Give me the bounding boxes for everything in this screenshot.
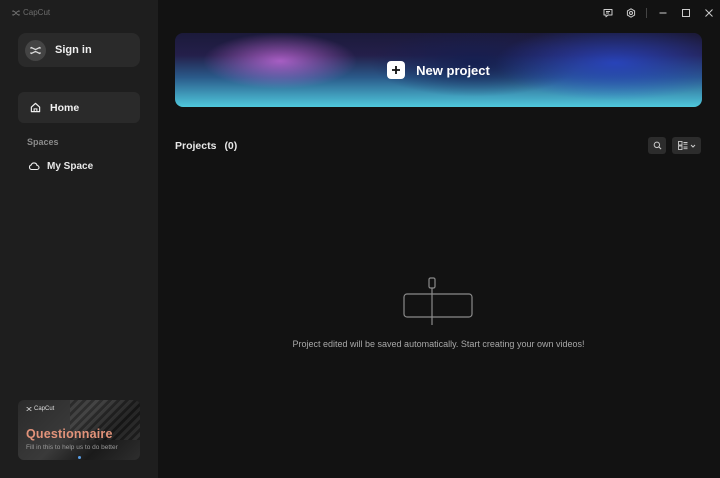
projects-title: Projects <box>175 140 217 152</box>
sidebar-item-label: Home <box>50 101 80 114</box>
sign-in-label: Sign in <box>55 44 92 56</box>
chevron-down-icon <box>690 144 695 148</box>
cloud-icon <box>29 162 40 171</box>
minimize-button[interactable] <box>651 0 674 26</box>
titlebar-divider <box>646 8 647 18</box>
questionnaire-banner[interactable]: CapCut Questionnaire Fill in this to hel… <box>18 400 140 460</box>
capcut-logo-icon <box>26 406 32 412</box>
close-button[interactable] <box>697 0 720 26</box>
capcut-logo-icon <box>12 9 20 16</box>
new-project-label: New project <box>416 62 490 78</box>
search-icon <box>653 141 661 150</box>
banner-brand-name: CapCut <box>34 406 55 412</box>
banner-subtitle: Fill in this to help us to do better <box>26 444 118 451</box>
grid-view-icon <box>677 141 687 150</box>
window-titlebar <box>596 0 720 26</box>
sidebar-item-label: My Space <box>47 160 94 172</box>
maximize-button[interactable] <box>674 0 697 26</box>
sign-in-button[interactable]: Sign in <box>18 33 140 67</box>
app-name: CapCut <box>23 8 51 17</box>
plus-icon <box>387 61 406 79</box>
maximize-icon <box>681 9 690 17</box>
projects-heading: Projects (0) <box>175 140 237 152</box>
carousel-dot[interactable] <box>78 456 81 459</box>
search-button[interactable] <box>648 137 666 154</box>
projects-count: (0) <box>224 140 238 152</box>
avatar <box>25 39 46 61</box>
empty-state-message: Project edited will be saved automatical… <box>292 339 585 349</box>
home-icon <box>30 102 41 113</box>
new-project-button[interactable]: New project <box>175 33 702 107</box>
settings-icon <box>626 8 635 18</box>
app-logo: CapCut <box>12 8 50 17</box>
sidebar-item-my-space[interactable]: My Space <box>18 155 140 177</box>
sidebar: CapCut Sign in Home Spaces My Space CapC… <box>0 0 158 478</box>
settings-button[interactable] <box>619 0 642 26</box>
close-icon <box>704 9 713 17</box>
capcut-avatar-icon <box>30 46 41 54</box>
minimize-icon <box>659 12 666 14</box>
banner-brand: CapCut <box>26 406 54 412</box>
sidebar-item-home[interactable]: Home <box>18 92 140 123</box>
empty-projects-illustration <box>403 277 473 325</box>
spaces-heading: Spaces <box>27 137 59 147</box>
feedback-icon <box>603 9 612 18</box>
feedback-button[interactable] <box>596 0 619 26</box>
new-project-content: New project <box>175 33 702 107</box>
view-mode-dropdown[interactable] <box>672 137 701 154</box>
banner-title: Questionnaire <box>26 427 113 441</box>
